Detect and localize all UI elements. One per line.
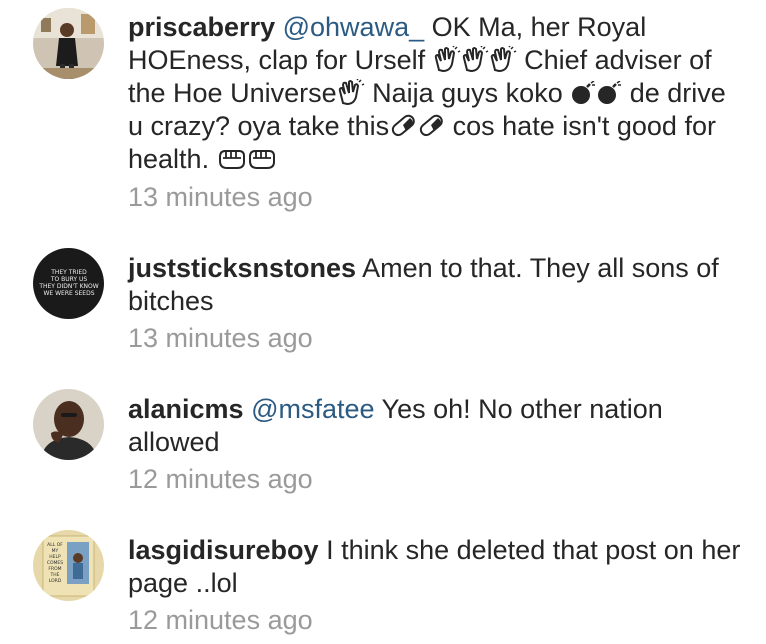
avatar-text-line: ALL OF — [47, 542, 63, 548]
clapping-hands-icon — [461, 46, 489, 72]
bomb-icon — [570, 81, 596, 105]
avatar[interactable]: THEY TRIED TO BURY US THEY DIDN'T KNOW W… — [33, 248, 104, 319]
fist-icon — [247, 147, 277, 171]
profile-photo-icon — [33, 8, 104, 79]
timestamp: 13 minutes ago — [128, 323, 313, 353]
avatar-text-line: TO BURY US — [50, 276, 88, 283]
avatar-text-line: LORD — [49, 578, 62, 584]
avatar-text-line: FROM — [48, 566, 61, 572]
avatar-text-line: HELP — [49, 554, 61, 560]
timestamp: 12 minutes ago — [128, 605, 313, 635]
pill-icon — [389, 112, 417, 138]
fist-icon — [217, 147, 247, 171]
username[interactable]: priscaberry — [128, 12, 275, 42]
timestamp: 12 minutes ago — [128, 464, 313, 494]
avatar[interactable]: ALL OF MY HELP COMES FROM THE LORD — [33, 530, 104, 601]
profile-photo-icon — [33, 389, 104, 460]
pill-icon — [417, 112, 445, 138]
username[interactable]: lasgidisureboy — [128, 535, 319, 565]
comment-text: juststicksnstones Amen to that. They all… — [128, 252, 748, 318]
comment-body: Naija guys koko — [364, 78, 571, 108]
avatar-text-line: COMES — [47, 560, 63, 566]
avatar-text-line: MY — [52, 548, 59, 554]
avatar-text-line: THEY TRIED — [50, 269, 87, 276]
avatar[interactable] — [33, 389, 104, 460]
clapping-hands-icon — [433, 46, 461, 72]
comment-text: alanicms @msfatee Yes oh! No other natio… — [128, 393, 748, 459]
comment-item: priscaberry @ohwawa_ OK Ma, her Royal HO… — [0, 0, 766, 230]
bomb-icon — [596, 81, 622, 105]
comment-item: ALL OF MY HELP COMES FROM THE LORD lasgi… — [0, 512, 766, 644]
avatar-text-line: WE WERE SEEDS — [43, 290, 94, 297]
comment-text: lasgidisureboy I think she deleted that … — [128, 534, 748, 600]
clapping-hands-icon — [489, 46, 517, 72]
avatar-text-line: THE — [50, 572, 60, 578]
username[interactable]: juststicksnstones — [128, 253, 356, 283]
mention-link[interactable]: @ohwawa_ — [283, 12, 425, 42]
mention-link[interactable]: @msfatee — [251, 394, 374, 424]
username[interactable]: alanicms — [128, 394, 244, 424]
comment-item: THEY TRIED TO BURY US THEY DIDN'T KNOW W… — [0, 230, 766, 371]
avatar-text-line: THEY DIDN'T KNOW — [38, 283, 98, 290]
clapping-hands-icon — [337, 79, 365, 105]
book-cover-avatar-icon: ALL OF MY HELP COMES FROM THE LORD — [33, 530, 104, 601]
comment-item: alanicms @msfatee Yes oh! No other natio… — [0, 371, 766, 512]
comment-text: priscaberry @ohwawa_ OK Ma, her Royal HO… — [128, 11, 748, 176]
timestamp: 13 minutes ago — [128, 182, 313, 212]
avatar[interactable] — [33, 8, 104, 79]
text-quote-avatar-icon: THEY TRIED TO BURY US THEY DIDN'T KNOW W… — [33, 248, 104, 319]
